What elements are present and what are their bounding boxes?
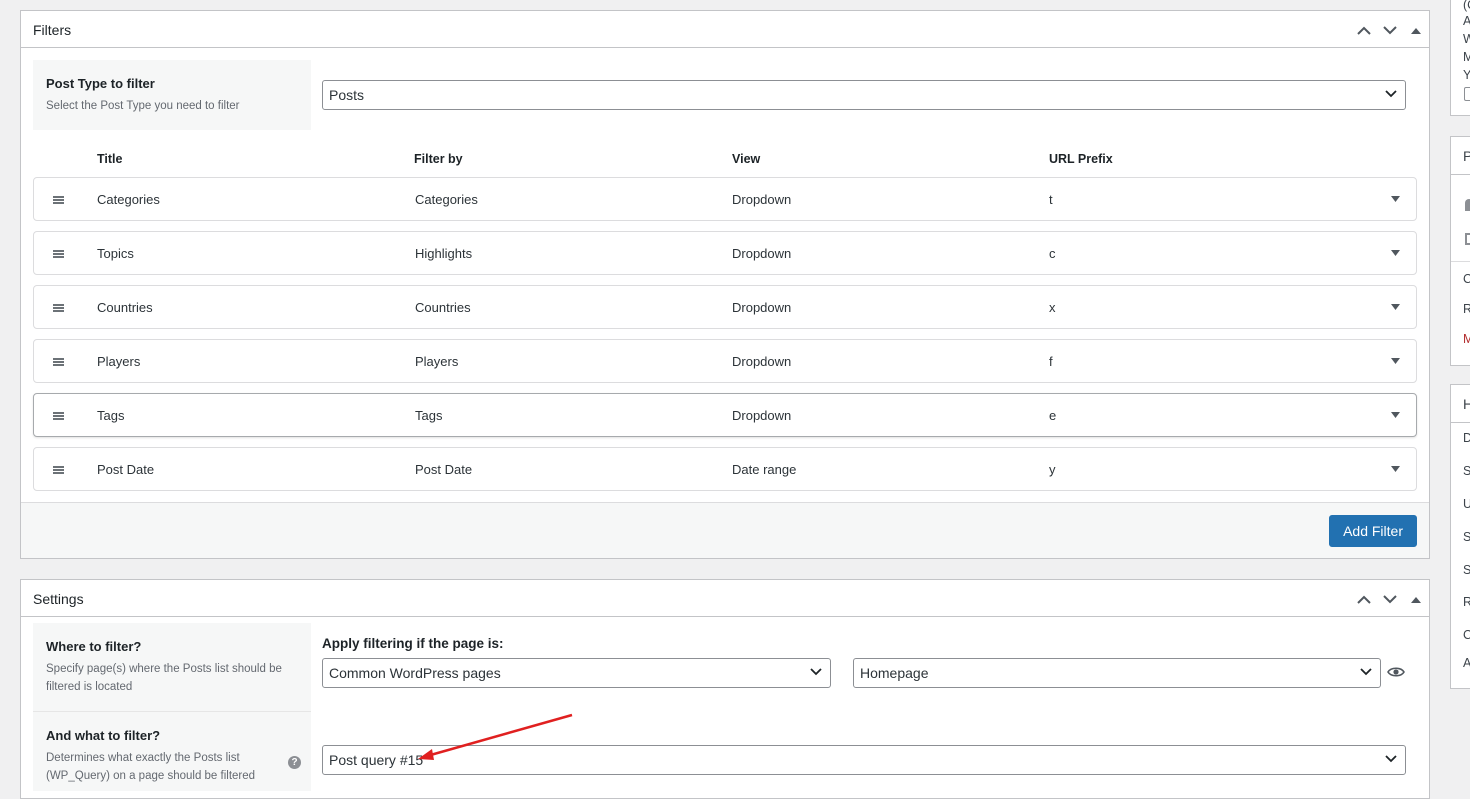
sidebar-text: C [1463,272,1470,286]
sidebar-text: A [1463,14,1470,28]
sidebar-divider [1451,422,1470,423]
sidebar-panel-bottom: H D S U S S R C A [1450,384,1470,689]
sidebar-panel-middle: P C R M [1450,136,1470,366]
annotation-arrow-icon [418,713,573,760]
sidebar-text: U [1463,497,1470,511]
sidebar-text: W [1463,32,1470,46]
sidebar-link-danger[interactable]: M [1463,332,1470,346]
sidebar-text: S [1463,530,1470,544]
sidebar-panel-header-text: P [1463,148,1470,164]
sidebar-text: C [1463,628,1470,642]
sidebar-text: D [1463,431,1470,445]
sidebar-divider [1451,261,1470,262]
sidebar-panel-top: (C A W M Y [1450,0,1470,116]
sidebar-text: R [1463,595,1470,609]
sidebar-text: A [1463,656,1470,670]
sidebar-panel-header-text: H [1463,396,1470,412]
sidebar-text: (C [1463,0,1470,12]
sidebar-text: Y [1463,68,1470,82]
sidebar-text: M [1463,50,1470,64]
calendar-icon [1465,233,1470,245]
sidebar-text: S [1463,464,1470,478]
sidebar-divider [1451,174,1470,175]
sidebar-text: R [1463,302,1470,316]
sidebar-text: S [1463,563,1470,577]
sidebar-checkbox[interactable] [1464,87,1470,101]
pin-icon [1465,199,1470,211]
